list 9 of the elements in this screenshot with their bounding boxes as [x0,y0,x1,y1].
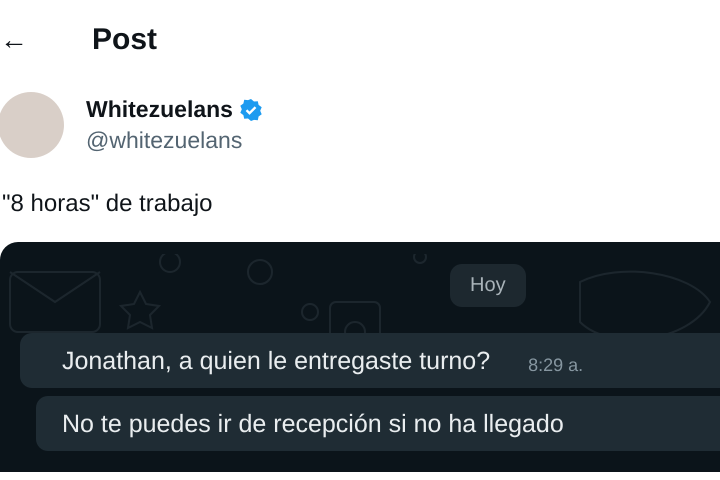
message-text: Jonathan, a quien le entregaste turno? [62,347,490,376]
page-title: Post [92,23,158,57]
message-text: No te puedes ir de recepción si no ha llegado [62,410,564,439]
author-name[interactable]: Whitezuelans [86,96,233,123]
back-button[interactable]: ← [0,26,30,54]
author-handle[interactable]: @whitezuelans [86,127,263,154]
message-time: 8:29 a. [528,355,584,376]
post-text: "8 horas" de trabajo [2,189,214,219]
date-chip: Hoy [450,264,526,307]
